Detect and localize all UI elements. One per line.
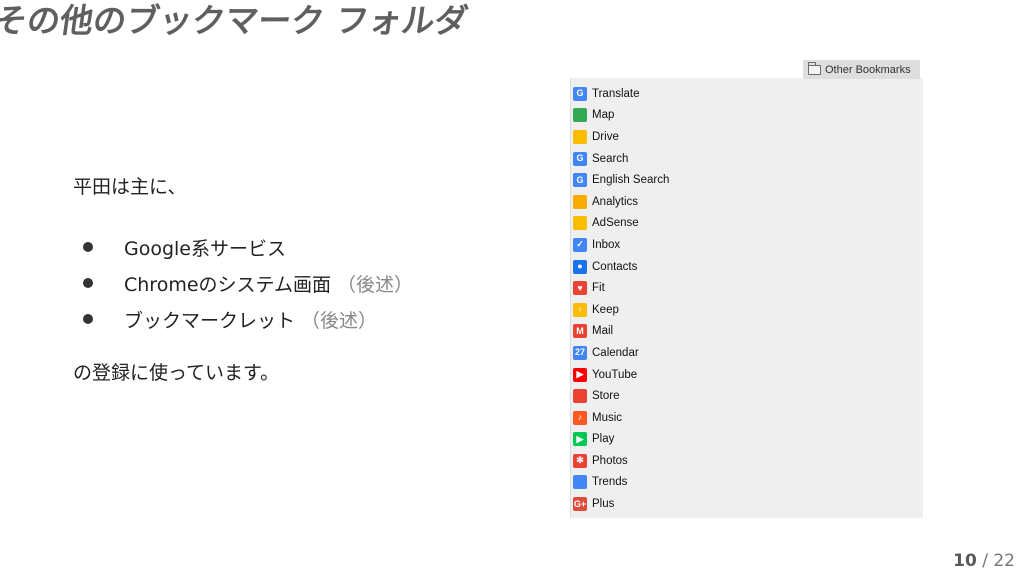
- bullet-list: Google系サービス Chromeのシステム画面 （後述） ブックマークレット…: [80, 229, 413, 337]
- store-icon: [573, 389, 587, 404]
- bookmark-label: Inbox: [592, 238, 621, 251]
- bookmark-item[interactable]: G Search: [573, 148, 669, 170]
- contacts-icon: ●: [573, 259, 587, 274]
- mail-icon: M: [573, 324, 587, 339]
- bookmark-item[interactable]: M Mail: [573, 321, 669, 343]
- bookmark-item[interactable]: ▶ Play: [573, 429, 669, 451]
- google-search-icon: G: [573, 151, 587, 166]
- inbox-icon: ✓: [573, 237, 587, 252]
- google-search-icon: G: [573, 173, 587, 188]
- bullet-note: （後述）: [301, 309, 378, 332]
- bullet-item: Google系サービス: [80, 229, 413, 265]
- play-icon: ▶: [573, 432, 587, 447]
- page-number: 10 / 22: [953, 551, 1015, 571]
- adsense-icon: [573, 216, 587, 231]
- bookmark-label: Mail: [592, 325, 614, 338]
- bullet-item: Chromeのシステム画面 （後述）: [80, 265, 413, 301]
- bookmark-item[interactable]: Drive: [573, 126, 669, 148]
- bookmark-item[interactable]: AdSense: [573, 213, 669, 235]
- bookmark-label: Contacts: [592, 260, 638, 273]
- google-plus-icon: G+: [573, 497, 587, 512]
- bookmark-item[interactable]: Trends: [573, 472, 669, 494]
- keep-icon: ♀: [573, 302, 587, 317]
- calendar-icon: 27: [573, 345, 587, 360]
- bookmark-item[interactable]: ♥ Fit: [573, 277, 669, 299]
- bookmark-label: Store: [592, 390, 620, 403]
- bookmark-label: AdSense: [592, 217, 639, 230]
- bookmark-item[interactable]: Map: [573, 105, 669, 127]
- bookmark-label: Keep: [592, 303, 619, 316]
- bullet-text: Google系サービス: [124, 237, 287, 260]
- fit-icon: ♥: [573, 281, 587, 296]
- bookmark-item[interactable]: ✻ Photos: [573, 450, 669, 472]
- bookmark-item[interactable]: ♪ Music: [573, 407, 669, 429]
- bookmark-item[interactable]: G+ Plus: [573, 493, 669, 515]
- bookmark-item[interactable]: ♀ Keep: [573, 299, 669, 321]
- photos-icon: ✻: [573, 453, 587, 468]
- bullet-dot-icon: [83, 314, 93, 324]
- page-current: 10: [953, 551, 977, 571]
- bookmark-label: English Search: [592, 174, 670, 187]
- bookmark-item[interactable]: ▶ YouTube: [573, 364, 669, 386]
- bullet-dot-icon: [83, 242, 93, 252]
- outro-text: の登録に使っています。: [73, 362, 280, 384]
- bookmark-item[interactable]: ● Contacts: [573, 256, 669, 278]
- map-icon: [573, 108, 587, 123]
- bookmark-item[interactable]: 27 Calendar: [573, 342, 669, 364]
- bookmark-item[interactable]: Store: [573, 385, 669, 407]
- bullet-text: Chromeのシステム画面: [124, 273, 331, 296]
- bookmark-label: Translate: [592, 87, 640, 100]
- bookmark-label: Fit: [592, 282, 605, 295]
- bookmark-label: Play: [592, 433, 615, 446]
- intro-text: 平田は主に、: [73, 176, 187, 198]
- trends-icon: [573, 475, 587, 490]
- bullet-item: ブックマークレット （後述）: [80, 301, 413, 337]
- music-icon: ♪: [573, 410, 587, 425]
- bookmark-item[interactable]: G English Search: [573, 169, 669, 191]
- bookmark-label: Photos: [592, 454, 628, 467]
- bookmark-label: YouTube: [592, 368, 638, 381]
- bookmark-list: G Translate Map Drive G Search G English Search…: [573, 83, 669, 515]
- bookmark-label: Map: [592, 109, 615, 122]
- page-separator: /: [976, 551, 994, 571]
- bookmark-label: Search: [592, 152, 629, 165]
- other-bookmarks-button[interactable]: Other Bookmarks: [803, 60, 920, 79]
- analytics-icon: [573, 194, 587, 209]
- bookmark-label: Music: [592, 411, 623, 424]
- bookmark-label: Plus: [592, 498, 615, 511]
- bookmark-label: Analytics: [592, 195, 639, 208]
- slide-title: その他のブックマーク フォルダ: [0, 1, 471, 40]
- youtube-icon: ▶: [573, 367, 587, 382]
- drive-icon: [573, 129, 587, 144]
- bookmark-label: Trends: [592, 476, 628, 489]
- bookmark-label: Drive: [592, 130, 619, 143]
- bookmark-item[interactable]: Analytics: [573, 191, 669, 213]
- bullet-text: ブックマークレット: [124, 309, 296, 332]
- bookmark-label: Calendar: [592, 346, 639, 359]
- bookmark-item[interactable]: G Translate: [573, 83, 669, 105]
- bullet-dot-icon: [83, 278, 93, 288]
- translate-icon: G: [573, 86, 587, 101]
- bookmark-item[interactable]: ✓ Inbox: [573, 234, 669, 256]
- folder-icon: [808, 61, 821, 75]
- other-bookmarks-label: Other Bookmarks: [825, 63, 911, 76]
- page-total: 22: [993, 551, 1015, 571]
- bullet-note: （後述）: [336, 273, 413, 296]
